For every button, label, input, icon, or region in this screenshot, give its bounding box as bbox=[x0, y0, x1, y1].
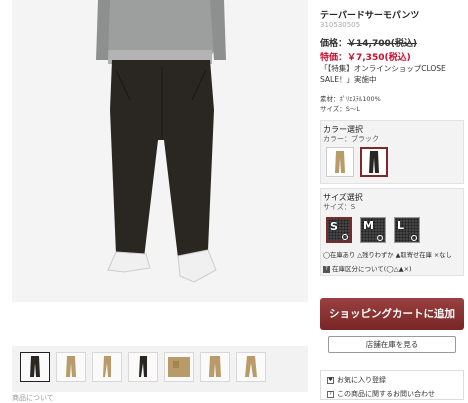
thumbnail-beige-angle[interactable] bbox=[236, 352, 266, 382]
thumbnail-black-side[interactable] bbox=[128, 352, 158, 382]
size-option-l[interactable]: L bbox=[394, 217, 420, 243]
in-stock-icon bbox=[342, 234, 348, 240]
size-range-text: サイズ：S～L bbox=[320, 105, 361, 113]
inventory-info-label: 在庫区分について(◯△▲×) bbox=[332, 265, 412, 273]
thumbnail-beige-back[interactable] bbox=[200, 352, 230, 382]
favorite-link[interactable]: ♥ お気に入り登録 bbox=[327, 375, 386, 385]
favorite-label: お気に入り登録 bbox=[337, 376, 386, 384]
thumbnail-beige-detail[interactable] bbox=[164, 352, 194, 382]
thumbnail-beige-front[interactable] bbox=[56, 352, 86, 382]
current-size: サイズ：S bbox=[323, 203, 356, 211]
add-to-cart-button[interactable]: ショッピングカートに追加 bbox=[320, 298, 464, 330]
campaign-text: 「【特集】オンラインショップCLOSE SALE！」実施中 bbox=[320, 64, 446, 84]
size-option-l-label: L bbox=[397, 219, 405, 232]
thumbnail-beige-side[interactable] bbox=[92, 352, 122, 382]
size-option-m-label: M bbox=[363, 219, 374, 232]
inquiry-link[interactable]: ? この商品に関するお問い合わせ bbox=[327, 389, 435, 399]
size-option-s-label: S bbox=[330, 220, 338, 233]
inventory-info-link[interactable]: ? 在庫区分について(◯△▲×) bbox=[323, 263, 412, 273]
thumbnail-black-front[interactable] bbox=[20, 352, 50, 382]
size-option-s[interactable]: S bbox=[326, 217, 352, 243]
original-price: 価格：￥14,700(税込) bbox=[320, 36, 417, 49]
product-title: テーパードサーモパンツ bbox=[320, 11, 420, 21]
inquiry-label: この商品に関するお問い合わせ bbox=[337, 390, 435, 398]
material-text: 素材：ﾎﾟﾘｴｽﾃﾙ100% bbox=[320, 95, 381, 103]
original-price-value: ￥14,700(税込) bbox=[347, 39, 417, 49]
question-icon: ? bbox=[327, 390, 334, 398]
heart-icon: ♥ bbox=[327, 376, 334, 384]
current-color: カラー：ブラック bbox=[323, 135, 379, 143]
size-option-m[interactable]: M bbox=[360, 217, 386, 243]
stock-legend: ◯在庫あり △残りわずか ▲取寄せ在庫 ×なし bbox=[323, 252, 452, 259]
sale-price: 特価：￥7,350(税込) bbox=[320, 53, 411, 63]
about-product-link[interactable]: 商品について bbox=[12, 393, 54, 403]
store-stock-button[interactable]: 店舗在庫を見る bbox=[328, 336, 456, 353]
original-price-label: 価格： bbox=[320, 39, 348, 49]
in-stock-icon bbox=[411, 235, 417, 241]
main-product-photo bbox=[12, 0, 308, 302]
question-icon: ? bbox=[323, 265, 330, 273]
in-stock-icon bbox=[377, 235, 383, 241]
product-code: 310530505 bbox=[320, 21, 361, 29]
black-pants-swatch[interactable] bbox=[360, 147, 388, 177]
beige-pants-swatch[interactable] bbox=[326, 147, 354, 177]
